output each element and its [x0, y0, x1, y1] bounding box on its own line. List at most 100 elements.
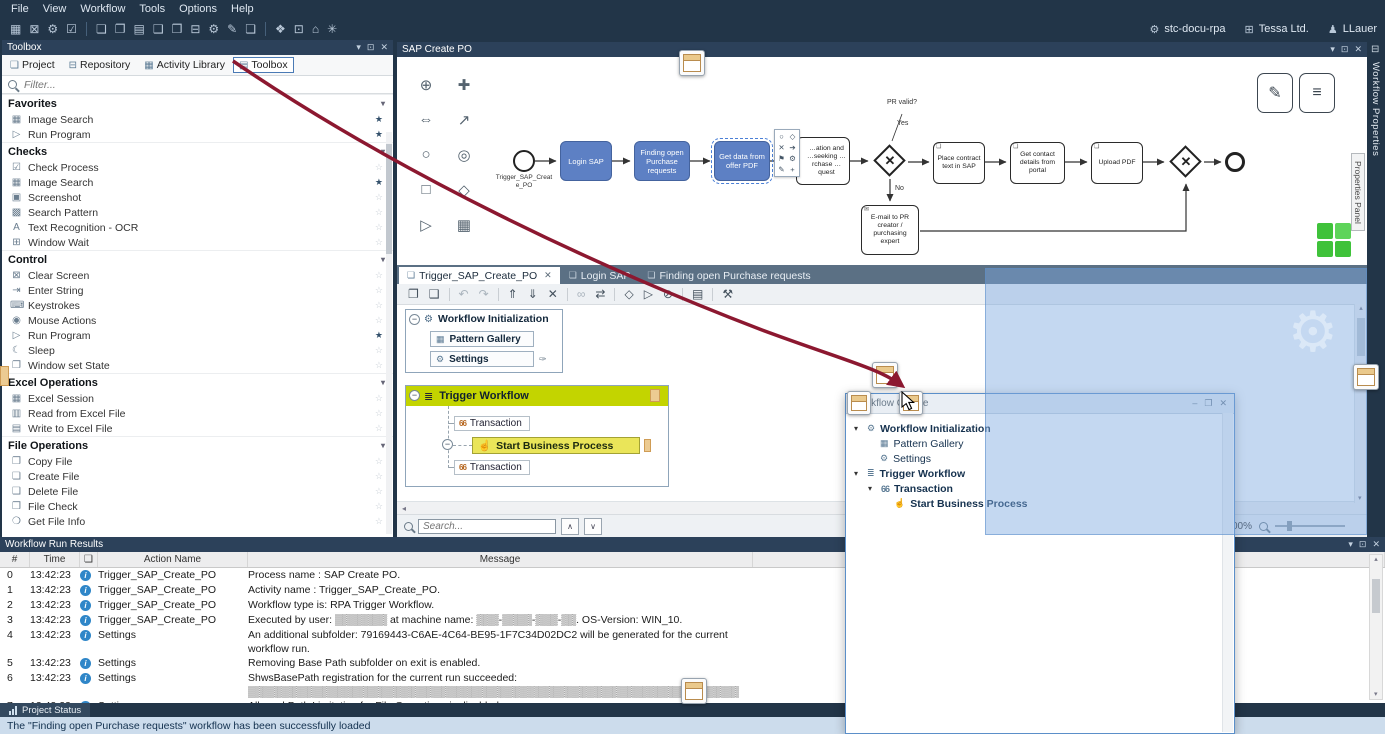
signature-button[interactable]: ✎ — [1257, 73, 1293, 113]
favorite-star-icon[interactable]: ☆ — [375, 222, 383, 233]
monitor-icon[interactable]: ⊡ — [290, 22, 308, 36]
delete-icon[interactable]: ✕ — [776, 142, 787, 153]
add-icon[interactable]: + — [787, 164, 798, 175]
scroll-down-icon[interactable]: ▾ — [1358, 494, 1362, 502]
maximize-icon[interactable]: ❐ — [1204, 398, 1212, 409]
menu-help[interactable]: Help — [224, 2, 261, 16]
transaction-item[interactable]: 66Transaction — [454, 460, 530, 475]
chevron-down-icon[interactable]: ▾ — [1348, 539, 1353, 550]
settings-icon[interactable]: ⚙ — [43, 22, 62, 36]
menu-view[interactable]: View — [36, 2, 74, 16]
workflow-properties-tab[interactable]: Workflow Properties — [1370, 62, 1381, 156]
expander-icon[interactable]: ▾ — [868, 484, 876, 493]
start-event[interactable] — [513, 150, 535, 172]
section-control[interactable]: Control▾ — [2, 250, 393, 268]
gear-icon[interactable]: ⚙ — [204, 22, 223, 36]
run-tool-icon[interactable]: ▷ — [407, 207, 445, 242]
col-message[interactable]: Message — [248, 552, 753, 567]
close-icon[interactable]: ✕ — [1372, 539, 1380, 550]
favorite-star-icon[interactable]: ★ — [375, 177, 383, 188]
tab-finding-open-purchase-requests[interactable]: ❏Finding open Purchase requests — [639, 267, 818, 284]
favorite-star-icon[interactable]: ☆ — [375, 423, 383, 434]
dock-guide-bottom[interactable] — [681, 678, 707, 704]
favorite-star-icon[interactable]: ☆ — [375, 456, 383, 467]
pattern-gallery-button[interactable]: ▦Pattern Gallery — [430, 331, 534, 347]
company-name[interactable]: Tessa Ltd. — [1259, 23, 1309, 35]
map-tool-icon[interactable]: ▦ — [445, 207, 483, 242]
new-document-icon[interactable]: ❏ — [92, 22, 111, 36]
toolbox-item[interactable]: ▣Screenshot☆ — [2, 190, 393, 205]
task-tool-icon[interactable]: □ — [407, 172, 445, 207]
tree-item-workflow-initialization[interactable]: ▾⚙Workflow Initialization — [846, 421, 1234, 436]
tab-trigger-sap-create-po[interactable]: ❏Trigger_SAP_Create_PO✕ — [399, 267, 560, 284]
gateway-tool-icon[interactable]: ◇ — [445, 172, 483, 207]
close-icon[interactable]: ✕ — [1354, 44, 1362, 55]
gateway-merge[interactable]: ✕ — [1168, 144, 1204, 180]
favorite-star-icon[interactable]: ☆ — [375, 516, 383, 527]
minimize-icon[interactable]: – — [1192, 398, 1197, 409]
properties-panel-tab[interactable]: Properties Panel — [1351, 153, 1365, 231]
scroll-up-icon[interactable]: ▴ — [1374, 556, 1378, 563]
toolbox-item[interactable]: ❏Create File☆ — [2, 469, 393, 484]
favorite-star-icon[interactable]: ☆ — [375, 360, 383, 371]
calendar-icon[interactable]: ⊟ — [186, 22, 204, 36]
dock-guide-center[interactable] — [872, 362, 898, 388]
chart-icon[interactable]: ❖ — [271, 22, 290, 36]
toolbox-item[interactable]: ❍Get File Info☆ — [2, 514, 393, 529]
zoom-slider-thumb[interactable] — [1287, 521, 1292, 531]
pin-icon[interactable]: ⊡ — [1341, 44, 1349, 55]
dock-guide-top[interactable] — [679, 50, 705, 76]
dock-guide-right[interactable] — [1353, 364, 1379, 390]
move-down-icon[interactable]: ⇓ — [523, 287, 543, 301]
task-email-to-pr-creator[interactable]: ✉E-mail to PR creator / purchasing exper… — [861, 205, 919, 255]
toolbox-item[interactable]: ☑Check Process☆ — [2, 160, 393, 175]
event-icon[interactable]: ○ — [776, 131, 787, 142]
favorite-star-icon[interactable]: ☆ — [375, 207, 383, 218]
toolbox-item[interactable]: ▦Image Search★ — [2, 112, 393, 127]
undo-icon[interactable]: ↶ — [454, 287, 474, 301]
tree-item-trigger-workflow[interactable]: ▾≣Trigger Workflow — [846, 466, 1234, 481]
file-icon[interactable]: ❏ — [241, 22, 260, 36]
section-file-operations[interactable]: File Operations▾ — [2, 436, 393, 454]
section-favorites[interactable]: Favorites▾ — [2, 94, 393, 112]
chevron-down-icon[interactable]: ▾ — [1330, 44, 1335, 55]
workflow-outline-window[interactable]: Workflow Outline – ❐ ✕ ▾⚙Workflow Initia… — [845, 393, 1235, 734]
dock-guide-tab-left[interactable] — [847, 391, 871, 415]
favorite-star-icon[interactable]: ☆ — [375, 270, 383, 281]
toolbox-item[interactable]: ▥Read from Excel File☆ — [2, 406, 393, 421]
tab-activity-library[interactable]: ▦Activity Library — [138, 57, 231, 73]
pin-icon[interactable]: ✑ — [539, 354, 547, 365]
col-time[interactable]: Time — [30, 552, 80, 567]
toolbox-item[interactable]: ▦Excel Session☆ — [2, 391, 393, 406]
drag-grip[interactable] — [644, 439, 651, 452]
favorite-star-icon[interactable]: ☆ — [375, 300, 383, 311]
task-finding-open-purchase-requests[interactable]: Finding open Purchase requests — [634, 141, 690, 181]
print-icon[interactable]: ▤ — [687, 287, 708, 301]
dock-guide-tab-right[interactable] — [899, 391, 923, 415]
copy-icon[interactable]: ❐ — [403, 287, 424, 301]
collapse-button[interactable]: − — [409, 390, 420, 401]
task-get-data-from-offer-pdf[interactable]: Get data from offer PDF — [714, 141, 770, 181]
flag-icon[interactable]: ⚑ — [776, 153, 787, 164]
workflow-initialization-block[interactable]: − ⚙Workflow Initialization ▦Pattern Gall… — [405, 309, 563, 373]
scroll-down-icon[interactable]: ▾ — [1374, 690, 1378, 698]
run-icon[interactable]: ▷ — [639, 287, 658, 301]
outline-scrollbar[interactable] — [1222, 413, 1233, 732]
toolbox-item[interactable]: ⇥Enter String☆ — [2, 283, 393, 298]
vertical-scrollbar[interactable]: ▴ ▾ — [1354, 304, 1367, 503]
end-event-tool-icon[interactable]: ◎ — [445, 137, 483, 172]
favorite-star-icon[interactable]: ☆ — [375, 486, 383, 497]
favorite-star-icon[interactable]: ☆ — [375, 345, 383, 356]
menu-tools[interactable]: Tools — [132, 2, 172, 16]
documents-icon[interactable]: ❒ — [168, 22, 187, 36]
process-canvas[interactable]: ⊕ ✚ ⇔ ↗ ○ ◎ □ ◇ ▷ ▦ Trigger_SAP_Create_P… — [397, 57, 1367, 265]
toolbox-item[interactable]: ❑Delete File☆ — [2, 484, 393, 499]
favorite-star-icon[interactable]: ☆ — [375, 315, 383, 326]
results-scrollbar[interactable]: ▴ ▾ — [1369, 554, 1383, 700]
collapse-button[interactable]: − — [409, 314, 420, 325]
drag-grip[interactable] — [650, 389, 660, 402]
tab-project[interactable]: ❏Project — [4, 57, 61, 73]
start-business-process-item[interactable]: ☝Start Business Process — [472, 437, 640, 454]
start-event-tool-icon[interactable]: ○ — [407, 137, 445, 172]
menu-workflow[interactable]: Workflow — [73, 2, 132, 16]
